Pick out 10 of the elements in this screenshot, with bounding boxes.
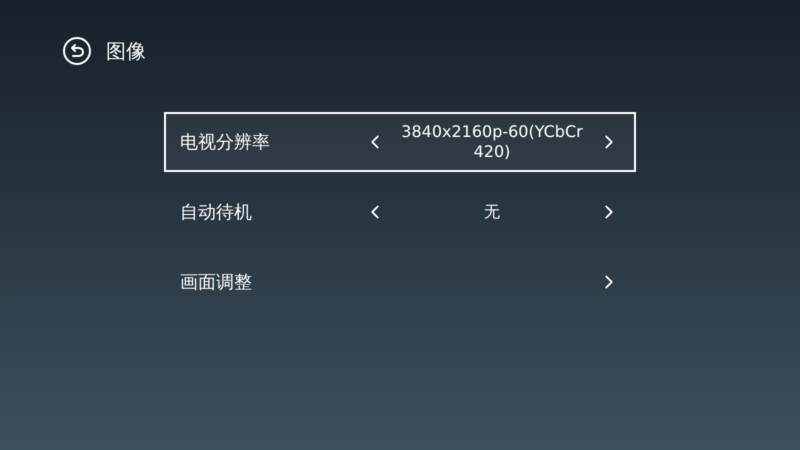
setting-label: 自动待机	[180, 200, 253, 224]
setting-row[interactable]: 自动待机 无	[164, 182, 636, 242]
setting-label: 电视分辨率	[180, 130, 271, 154]
page-title: 图像	[106, 38, 146, 65]
setting-row[interactable]: 电视分辨率 3840x2160p-60(YCbCr 420)	[164, 112, 636, 172]
setting-value: 3840x2160p-60(YCbCr 420)	[400, 122, 584, 162]
setting-row[interactable]: 画面调整	[164, 252, 636, 312]
setting-value: 无	[483, 202, 501, 222]
back-icon[interactable]	[62, 36, 92, 66]
setting-label: 画面调整	[180, 270, 253, 294]
